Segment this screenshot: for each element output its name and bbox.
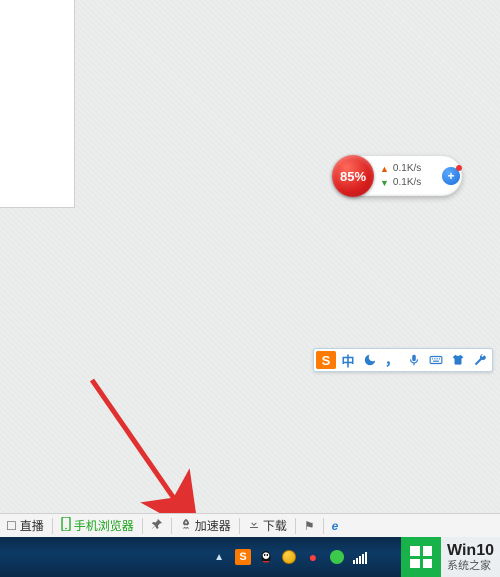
memory-percent-label: 85% xyxy=(340,169,366,184)
window-corner-remnant xyxy=(0,0,75,208)
upload-arrow-icon: ▲ xyxy=(380,162,389,176)
tray-network-signal-icon[interactable] xyxy=(352,548,370,566)
upload-speed-label: 0.1K/s xyxy=(393,162,421,176)
download-arrow-icon: ▼ xyxy=(380,176,389,190)
watermark-subtitle: 系统之家 xyxy=(447,560,494,572)
tray-notification-dot-icon[interactable]: ● xyxy=(304,548,322,566)
tray-wechat-icon[interactable] xyxy=(328,548,346,566)
watermark-title: Win10 xyxy=(447,542,494,560)
watermark: Win10 系统之家 xyxy=(401,537,500,577)
download-button[interactable]: 下载 xyxy=(242,514,293,537)
system-tray: ▲ S ● xyxy=(214,537,370,577)
separator xyxy=(323,518,324,534)
download-label: 下载 xyxy=(263,517,287,534)
accelerator-label: 加速器 xyxy=(195,517,231,534)
tray-qq-icon[interactable] xyxy=(258,549,274,565)
memory-usage-ball[interactable]: 85% xyxy=(332,155,374,197)
mobile-browser-button[interactable]: 手机浏览器 xyxy=(55,514,140,537)
plus-icon: + xyxy=(447,169,454,183)
separator xyxy=(295,518,296,534)
ime-toolbar[interactable]: S 中 ， xyxy=(313,348,493,372)
desktop: 85% ▲ 0.1K/s ▼ 0.1K/s + S 中 ， xyxy=(0,0,500,577)
tray-security-icon[interactable] xyxy=(280,548,298,566)
network-monitor-widget[interactable]: 85% ▲ 0.1K/s ▼ 0.1K/s + xyxy=(334,156,462,196)
browser-status-bar: ☐ 直播 手机浏览器 加速器 下载 xyxy=(0,513,500,537)
separator xyxy=(239,518,240,534)
mic-icon[interactable] xyxy=(404,350,424,370)
separator xyxy=(142,518,143,534)
download-speed-label: 0.1K/s xyxy=(393,176,421,190)
moon-icon[interactable] xyxy=(360,350,380,370)
punctuation-icon[interactable]: ， xyxy=(382,350,402,370)
pushpin-icon xyxy=(151,518,163,533)
mobile-browser-label: 手机浏览器 xyxy=(74,517,134,534)
pin-button[interactable] xyxy=(145,514,169,537)
tv-icon: ☐ xyxy=(6,519,17,533)
flag-icon: ⚑ xyxy=(304,519,315,533)
windows-logo-icon xyxy=(401,537,441,577)
separator xyxy=(52,518,53,534)
phone-icon xyxy=(61,517,71,534)
tray-sogou-icon[interactable]: S xyxy=(234,548,252,566)
net-speeds: ▲ 0.1K/s ▼ 0.1K/s xyxy=(374,162,442,190)
ime-mode-toggle[interactable]: 中 xyxy=(338,350,358,370)
windows-taskbar[interactable]: ▲ S ● Win10 系统之家 xyxy=(0,537,500,577)
accelerator-button[interactable]: 加速器 xyxy=(174,514,237,537)
annotation-arrow xyxy=(82,370,222,530)
skin-icon[interactable] xyxy=(448,350,468,370)
live-label: 直播 xyxy=(20,517,44,534)
rocket-icon xyxy=(180,518,192,533)
tray-overflow-chevron-icon[interactable]: ▲ xyxy=(214,552,228,563)
settings-wrench-icon[interactable] xyxy=(470,350,490,370)
ie-icon: e xyxy=(332,519,339,533)
flag-button[interactable]: ⚑ xyxy=(298,514,321,537)
live-broadcast-button[interactable]: ☐ 直播 xyxy=(0,514,50,537)
keyboard-icon[interactable] xyxy=(426,350,446,370)
download-icon xyxy=(248,518,260,533)
separator xyxy=(171,518,172,534)
sogou-logo-icon[interactable]: S xyxy=(316,351,336,369)
ie-mode-button[interactable]: e xyxy=(326,514,345,537)
expand-widget-button[interactable]: + xyxy=(442,167,460,185)
